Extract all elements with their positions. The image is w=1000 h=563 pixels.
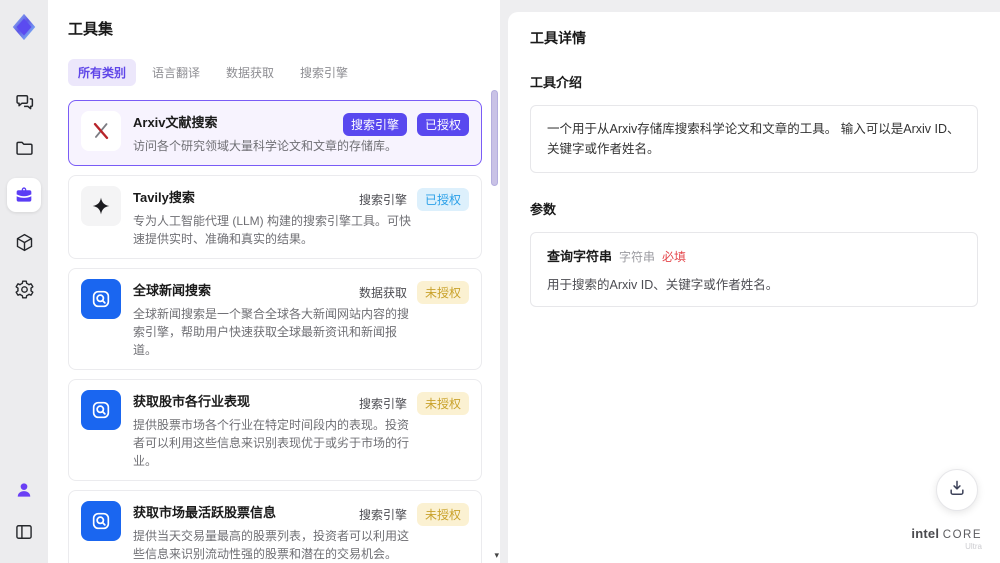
category-tabs: 所有类别 语言翻译 数据获取 搜索引擎 [68,59,496,86]
tool-details-panel: 工具详情 工具介绍 一个用于从Arxiv存储库搜索科学论文和文章的工具。 输入可… [508,12,1000,563]
param-name: 查询字符串 [547,249,613,264]
tool-meta: 搜索引擎 已授权 [342,113,469,136]
folder-icon[interactable] [7,131,41,165]
brand-name: intel [911,526,940,541]
tool-card[interactable]: Arxiv文献搜索 访问各个研究领域大量科学论文和文章的存储库。 搜索引擎 已授… [68,100,482,166]
search-logo [81,390,121,430]
tool-auth-badge: 已授权 [416,188,469,211]
tab-1[interactable]: 语言翻译 [142,59,210,86]
tool-card[interactable]: 获取市场最活跃股票信息 提供当天交易量最高的股票列表，投资者可以利用这些信息来识… [68,490,482,563]
tool-auth-badge: 已授权 [416,113,469,136]
list-scrollbar[interactable]: ▾ [491,90,499,560]
tool-category-badge: 搜索引擎 [358,508,407,522]
download-icon [947,478,967,503]
param-box: 查询字符串 字符串 必填 用于搜索的Arxiv ID、关键字或作者姓名。 [530,232,978,307]
param-required-badge: 必填 [662,250,687,264]
tool-description: 全球新闻搜索是一个聚合全球各大新闻网站内容的搜索引擎，帮助用户快速获取全球最新资… [133,307,410,357]
tab-3[interactable]: 搜索引擎 [290,59,358,86]
param-type: 字符串 [619,250,656,264]
tool-card[interactable]: Tavily搜索 专为人工智能代理 (LLM) 构建的搜索引擎工具。可快速提供实… [68,175,482,259]
brand-sub: Ultra [965,542,982,551]
brand-product: CORE [942,529,982,541]
tool-description: 访问各个研究领域大量科学论文和文章的存储库。 [133,139,398,153]
sidebar-bottom [7,473,41,549]
intro-heading: 工具介绍 [530,75,583,90]
tool-meta: 搜索引擎 已授权 [359,188,469,211]
tool-description: 专为人工智能代理 (LLM) 构建的搜索引擎工具。可快速提供实时、准确和真实的结… [133,214,412,246]
tool-category-badge: 搜索引擎 [342,113,407,136]
chat-icon[interactable] [7,84,41,118]
tool-list-panel: 工具集 所有类别 语言翻译 数据获取 搜索引擎 Arxiv文献搜索 访问各个研究领域大… [48,0,500,563]
panel-toggle-icon[interactable] [7,515,41,549]
tool-description: 提供当天交易量最高的股票列表，投资者可以利用这些信息来识别流动性强的股票和潜在的… [133,529,410,561]
tool-card[interactable]: 全球新闻搜索 全球新闻搜索是一个聚合全球各大新闻网站内容的搜索引擎，帮助用户快速… [68,268,482,370]
tool-card[interactable]: 获取股市各行业表现 提供股票市场各个行业在特定时间段内的表现。投资者可以利用这些… [68,379,482,481]
tool-category-badge: 数据获取 [358,286,407,300]
details-wrap: 工具详情 工具介绍 一个用于从Arxiv存储库搜索科学论文和文章的工具。 输入可… [500,0,1000,563]
tool-category-badge: 搜索引擎 [358,193,407,207]
intro-text: 一个用于从Arxiv存储库搜索科学论文和文章的工具。 输入可以是Arxiv ID… [547,122,960,156]
gear-icon[interactable] [7,272,41,306]
details-title: 工具详情 [530,30,586,46]
search-logo [81,501,121,541]
scrollbar-thumb[interactable] [491,90,498,186]
tool-description: 提供股票市场各个行业在特定时间段内的表现。投资者可以利用这些信息来识别表现优于或… [133,418,410,468]
tab-all-categories[interactable]: 所有类别 [68,59,137,86]
page-title: 工具集 [68,21,114,38]
star-logo [81,186,121,226]
tool-meta: 搜索引擎 未授权 [359,392,469,415]
user-icon[interactable] [7,473,41,507]
tool-meta: 数据获取 未授权 [359,281,469,304]
tool-auth-badge: 未授权 [416,281,469,304]
app-logo-icon [9,12,39,42]
download-button[interactable] [936,469,978,511]
arxiv-logo [81,111,121,151]
toolbox-icon[interactable] [7,178,41,212]
tool-meta: 搜索引擎 未授权 [359,503,469,526]
app-sidebar [0,0,48,563]
cube-icon[interactable] [7,225,41,259]
tool-auth-badge: 未授权 [416,392,469,415]
params-heading: 参数 [530,202,557,217]
intel-core-logo: intel CORE Ultra [911,526,982,551]
sidebar-nav [7,84,41,306]
param-description: 用于搜索的Arxiv ID、关键字或作者姓名。 [547,278,779,292]
intro-box: 一个用于从Arxiv存储库搜索科学论文和文章的工具。 输入可以是Arxiv ID… [530,105,978,173]
tool-list: Arxiv文献搜索 访问各个研究领域大量科学论文和文章的存储库。 搜索引擎 已授… [68,100,496,563]
search-logo [81,279,121,319]
tool-auth-badge: 未授权 [416,503,469,526]
tab-2[interactable]: 数据获取 [216,59,284,86]
param-header: 查询字符串 字符串 必填 [547,246,961,265]
scrollbar-down-arrow[interactable]: ▾ [494,550,499,561]
tool-category-badge: 搜索引擎 [358,397,407,411]
